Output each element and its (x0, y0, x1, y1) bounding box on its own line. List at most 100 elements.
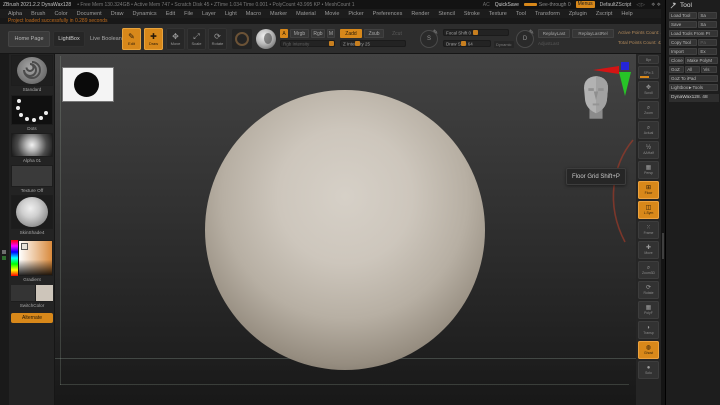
focal-shift-slider[interactable]: Focal Shift 0 (443, 29, 509, 36)
switch-color-item[interactable]: SwitchColor (11, 285, 53, 309)
lightbox-button[interactable]: LightBox (53, 31, 85, 47)
main-color-swatch[interactable] (11, 285, 35, 301)
shelf-button[interactable]: ⌕ Actual (638, 121, 659, 139)
tool-palette-button[interactable]: Load Tools From Pr (669, 30, 718, 37)
tool-palette-button[interactable]: Import (669, 48, 698, 55)
shelf-button[interactable]: ⌕ Zoom (638, 101, 659, 119)
menu-item[interactable]: Edit (166, 11, 175, 17)
home-page-button[interactable]: Home Page (8, 31, 50, 47)
zcut-button[interactable]: Zcut (388, 29, 406, 38)
z-intensity-slider[interactable]: Z Intensity 25 (340, 40, 406, 47)
zadd-button[interactable]: Zadd (340, 29, 362, 38)
tool-palette-button[interactable]: GoZ (669, 66, 685, 73)
quicksave-button[interactable]: QuickSave (495, 2, 519, 8)
viewport-canvas[interactable]: Floor Grid Shift+P (55, 54, 636, 405)
current-stroke-item[interactable]: Dots (11, 95, 53, 132)
anchor-toggle[interactable]: A (280, 29, 288, 38)
sculpt-sphere-mesh[interactable] (205, 90, 485, 370)
tool-palette-button[interactable]: All (685, 66, 701, 73)
z-intensity-handle[interactable] (355, 41, 360, 46)
axis-z-square[interactable] (621, 62, 629, 70)
tool-palette-button[interactable]: Lightbox►Tools (669, 84, 718, 91)
draw-size-handle[interactable] (461, 41, 466, 46)
menu-item[interactable]: Draw (111, 11, 124, 17)
current-texture-item[interactable]: Texture Off (11, 165, 53, 194)
menu-item[interactable]: Zscript (596, 11, 613, 17)
draw-button[interactable]: ✚ Draw (144, 28, 163, 50)
menu-item[interactable]: Color (54, 11, 67, 17)
menu-item[interactable]: Marker (270, 11, 287, 17)
shelf-button[interactable]: SPix 3 (638, 66, 659, 79)
menu-item[interactable]: Render (411, 11, 429, 17)
secondary-color-swatch[interactable] (36, 285, 53, 301)
replay-stroke-button[interactable]: D ✎ (516, 30, 534, 48)
adjust-last-button[interactable]: AdjustLast (538, 41, 559, 46)
live-boolean-button[interactable]: Live Boolean (90, 36, 122, 42)
current-material-item[interactable]: SkinShade4 (11, 195, 53, 236)
menu-item[interactable]: Texture (489, 11, 507, 17)
hue-bar[interactable] (11, 240, 18, 276)
menu-item[interactable]: Stencil (438, 11, 455, 17)
undo-redo-icons[interactable]: ◁▷ (636, 2, 646, 8)
menu-item[interactable]: File (184, 11, 193, 17)
menu-item[interactable]: Alpha (8, 11, 22, 17)
shelf-button[interactable]: ▦ PolyF (638, 301, 659, 319)
brush-preview-button[interactable] (232, 29, 252, 49)
rgb-intensity-slider[interactable]: Rgb Intensity (280, 40, 335, 47)
shelf-button[interactable]: ◍ Ghost (638, 341, 659, 359)
tool-palette-button[interactable]: Save (669, 21, 698, 28)
dynamic-toggle[interactable]: Dynamic (494, 41, 514, 48)
shelf-button[interactable]: ✥ Scroll (638, 81, 659, 99)
shelf-button[interactable]: Bpr (638, 55, 659, 64)
menu-item[interactable]: Material (296, 11, 316, 17)
zsub-button[interactable]: Zsub (364, 29, 384, 38)
tool-palette-button[interactable]: Sa (698, 12, 718, 19)
color-picker-item[interactable]: Gradient (11, 240, 53, 283)
shelf-button[interactable]: ◗ Transp (638, 321, 659, 339)
replay-last-button[interactable]: ReplayLast (538, 29, 570, 38)
menu-item[interactable]: Layer (202, 11, 216, 17)
axis-y-arrow[interactable] (619, 72, 631, 96)
tool-palette-header[interactable]: Tool (666, 0, 720, 10)
rgb-intensity-handle[interactable] (329, 41, 334, 46)
tool-palette-button[interactable]: GoZ To iPad (669, 75, 718, 82)
tool-palette-button[interactable]: Load Tool (669, 12, 698, 19)
tool-palette-button[interactable]: Pa (698, 39, 718, 46)
tool-palette-button[interactable]: Copy Tool (669, 39, 698, 46)
camview-head-widget[interactable] (570, 74, 622, 122)
see-through-slider[interactable]: See-through 0 (523, 2, 571, 8)
rotate-button[interactable]: ⟳ Rotate (208, 28, 227, 50)
current-tool-header[interactable]: DynaWax128. 48 (669, 94, 719, 102)
move-button[interactable]: ✥ Move (166, 28, 185, 50)
material-quick-icon[interactable] (256, 29, 276, 49)
scale-button[interactable]: ⤢ Scale (187, 28, 206, 50)
alternate-button[interactable]: Alternate (11, 313, 53, 323)
menu-item[interactable]: Transform (535, 11, 560, 17)
menu-item[interactable]: Preferences (373, 11, 403, 17)
focal-shift-handle[interactable] (473, 30, 478, 35)
menu-item[interactable]: Tool (516, 11, 526, 17)
shelf-button[interactable]: ◫ L.Sym (638, 201, 659, 219)
tool-palette-button[interactable]: Vis (701, 66, 718, 73)
tool-palette-button[interactable]: Ex (698, 48, 718, 55)
tool-palette-button[interactable]: Sa (698, 21, 718, 28)
stroke-type-button[interactable]: S ✎ (420, 30, 438, 48)
current-brush-item[interactable]: Standard (11, 55, 53, 93)
shelf-button[interactable]: ● Solo (638, 361, 659, 379)
menu-item[interactable]: Dynamics (133, 11, 157, 17)
menu-item[interactable]: Picker (348, 11, 363, 17)
rgb-button[interactable]: Rgb (311, 29, 325, 38)
menu-item[interactable]: Stroke (464, 11, 480, 17)
menu-item[interactable]: Document (77, 11, 102, 17)
menu-item[interactable]: Macro (246, 11, 261, 17)
menu-item[interactable]: Help (621, 11, 632, 17)
shelf-button[interactable]: ⟳ Rotate (638, 281, 659, 299)
axis-x-arrow[interactable] (593, 66, 619, 74)
shelf-button[interactable]: ½ AAHalf (638, 141, 659, 159)
mrgb-button[interactable]: Mrgb (290, 29, 309, 38)
default-zscript-button[interactable]: DefaultZScript (600, 2, 632, 8)
draw-size-slider[interactable]: Draw Size 64 (443, 40, 491, 47)
m-button[interactable]: M (327, 29, 335, 38)
tool-palette-button[interactable]: Make PolyM (685, 57, 718, 64)
shelf-button[interactable]: ⁙ Frame (638, 221, 659, 239)
